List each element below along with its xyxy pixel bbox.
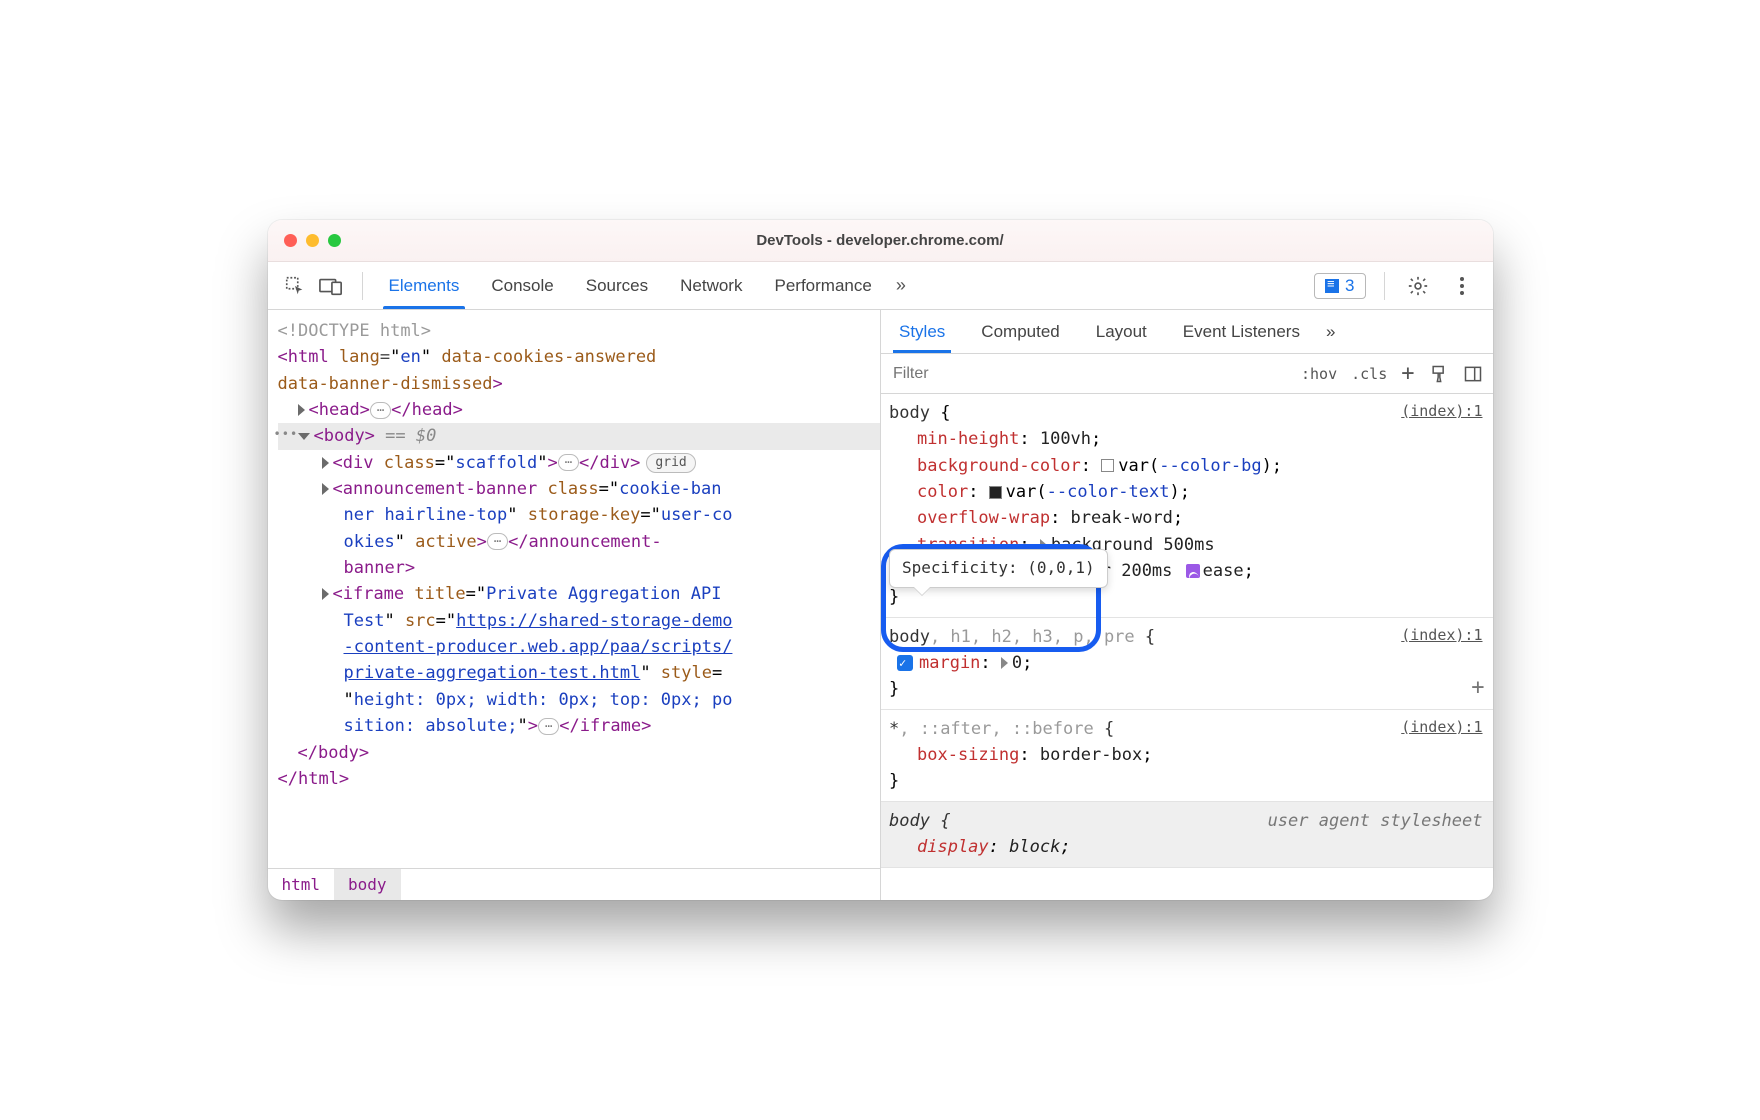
inspect-element-icon[interactable]	[280, 271, 310, 301]
tab-sources[interactable]: Sources	[570, 262, 664, 309]
css-prop[interactable]: overflow-wrap: break-word;	[889, 505, 1483, 531]
tab-console[interactable]: Console	[475, 262, 569, 309]
dom-iframe-l3[interactable]: -content-producer.web.app/paa/scripts/	[278, 634, 881, 660]
dom-banner-l3[interactable]: okies" active>⋯</announcement-	[278, 529, 881, 555]
computed-sidebar-icon[interactable]	[1463, 364, 1483, 384]
dom-tree[interactable]: <!DOCTYPE html> <html lang="en" data-coo…	[268, 310, 881, 868]
crumb-body[interactable]: body	[334, 869, 401, 900]
caret-right-icon[interactable]	[298, 404, 305, 416]
ellipsis-icon[interactable]: ⋯	[558, 454, 579, 471]
issues-icon	[1325, 279, 1339, 293]
ellipsis-icon[interactable]: ⋯	[370, 402, 391, 419]
rule-source-link[interactable]: (index):1	[1401, 624, 1482, 650]
dom-scaffold[interactable]: <div class="scaffold">⋯</div>grid	[278, 450, 881, 476]
add-property-button[interactable]: +	[1471, 671, 1484, 705]
css-prop[interactable]: background-color: var(--color-bg);	[889, 453, 1483, 479]
caret-right-icon[interactable]	[322, 483, 329, 495]
styles-filter-tools: :hov .cls +	[1301, 364, 1493, 384]
rule-selector[interactable]: body, h1, h2, h3, p, pre {	[889, 624, 1155, 650]
styles-tab-styles[interactable]: Styles	[881, 310, 963, 353]
dom-banner-l1[interactable]: <announcement-banner class="cookie-ban	[278, 476, 881, 502]
caret-right-icon[interactable]	[322, 457, 329, 469]
dom-iframe-l1[interactable]: <iframe title="Private Aggregation API	[278, 581, 881, 607]
issues-badge[interactable]: 3	[1314, 273, 1365, 299]
main-tabs: Elements Console Sources Network Perform…	[373, 262, 914, 309]
caret-down-icon[interactable]	[298, 433, 310, 440]
prop-enabled-checkbox[interactable]	[897, 655, 913, 671]
style-rule[interactable]: body, h1, h2, h3, p, pre { (index):1 mar…	[881, 618, 1493, 710]
tab-elements[interactable]: Elements	[373, 262, 476, 309]
styles-tabs: Styles Computed Layout Event Listeners »	[881, 310, 1493, 354]
style-rule-ua[interactable]: body { user agent stylesheet display: bl…	[881, 802, 1493, 868]
css-prop[interactable]: box-sizing: border-box;	[889, 742, 1483, 768]
toolbar-right: 3	[1314, 271, 1482, 301]
tab-network[interactable]: Network	[664, 262, 758, 309]
dom-body-close[interactable]: </body>	[278, 740, 881, 766]
titlebar: DevTools - developer.chrome.com/	[268, 220, 1493, 262]
grid-pill[interactable]: grid	[646, 453, 695, 473]
rule-source-link[interactable]: (index):1	[1401, 400, 1482, 426]
main-area: <!DOCTYPE html> <html lang="en" data-coo…	[268, 310, 1493, 900]
dom-body-selected[interactable]: <body> == $0	[278, 423, 881, 449]
rule-selector: body {	[889, 808, 950, 834]
main-toolbar: Elements Console Sources Network Perform…	[268, 262, 1493, 310]
device-toolbar-icon[interactable]	[316, 271, 346, 301]
styles-more-tabs[interactable]: »	[1318, 310, 1343, 353]
elements-panel: <!DOCTYPE html> <html lang="en" data-coo…	[268, 310, 881, 900]
styles-tab-event-listeners[interactable]: Event Listeners	[1165, 310, 1318, 353]
expand-shorthand-icon[interactable]	[1001, 657, 1008, 669]
ellipsis-icon[interactable]: ⋯	[538, 718, 559, 735]
dom-html-open[interactable]: <html lang="en" data-cookies-answered	[278, 344, 881, 370]
rule-selector[interactable]: *, ::after, ::before {	[889, 716, 1114, 742]
dom-html-open-2[interactable]: data-banner-dismissed>	[278, 371, 881, 397]
window-title: DevTools - developer.chrome.com/	[268, 232, 1493, 249]
specificity-tooltip: Specificity: (0,0,1)	[889, 549, 1108, 588]
css-prop[interactable]: color: var(--color-text);	[889, 479, 1483, 505]
caret-right-icon[interactable]	[322, 588, 329, 600]
rule-source-ua: user agent stylesheet	[1268, 808, 1483, 834]
toolbar-divider	[362, 272, 363, 300]
color-swatch-icon[interactable]	[989, 486, 1002, 499]
dom-iframe-l4[interactable]: private-aggregation-test.html" style=	[278, 660, 881, 686]
dom-iframe-l2[interactable]: Test" src="https://shared-storage-demo	[278, 608, 881, 634]
toolbar-divider-2	[1384, 272, 1385, 300]
styles-filter-input[interactable]	[881, 365, 1301, 383]
rule-source-link[interactable]: (index):1	[1401, 716, 1482, 742]
dom-doctype[interactable]: <!DOCTYPE html>	[278, 318, 881, 344]
bezier-editor-icon[interactable]	[1186, 564, 1200, 578]
more-tabs-button[interactable]: »	[888, 262, 914, 309]
dom-banner-l4[interactable]: banner>	[278, 555, 881, 581]
hov-toggle[interactable]: :hov	[1301, 365, 1337, 383]
dom-iframe-l6[interactable]: sition: absolute;">⋯</iframe>	[278, 713, 881, 739]
styles-filter-row: :hov .cls +	[881, 354, 1493, 394]
new-style-rule-button[interactable]: +	[1401, 367, 1414, 381]
styles-tab-computed[interactable]: Computed	[963, 310, 1077, 353]
ellipsis-icon[interactable]: ⋯	[487, 533, 508, 550]
style-rule[interactable]: *, ::after, ::before { (index):1 box-siz…	[881, 710, 1493, 802]
css-prop: display: block;	[889, 834, 1483, 860]
tab-performance[interactable]: Performance	[758, 262, 887, 309]
css-prop[interactable]: margin: 0;	[889, 650, 1483, 676]
css-prop[interactable]: min-height: 100vh;	[889, 426, 1483, 452]
color-swatch-icon[interactable]	[1101, 459, 1114, 472]
dom-iframe-l5[interactable]: "height: 0px; width: 0px; top: 0px; po	[278, 687, 881, 713]
rule-selector[interactable]: body	[889, 403, 930, 423]
styles-rules: Specificity: (0,0,1) body { (index):1 mi…	[881, 394, 1493, 900]
dom-html-close[interactable]: </html>	[278, 766, 881, 792]
cls-toggle[interactable]: .cls	[1351, 365, 1387, 383]
devtools-window: DevTools - developer.chrome.com/ Element…	[268, 220, 1493, 900]
more-options-kebab-icon[interactable]	[1447, 271, 1477, 301]
settings-gear-icon[interactable]	[1403, 271, 1433, 301]
dom-breadcrumb: html body	[268, 868, 881, 900]
dom-banner-l2[interactable]: ner hairline-top" storage-key="user-co	[278, 502, 881, 528]
styles-tab-layout[interactable]: Layout	[1078, 310, 1165, 353]
paint-flash-icon[interactable]	[1429, 364, 1449, 384]
issues-count: 3	[1345, 276, 1354, 296]
crumb-html[interactable]: html	[268, 869, 335, 900]
styles-panel: Styles Computed Layout Event Listeners »…	[880, 310, 1493, 900]
dom-head[interactable]: <head>⋯</head>	[278, 397, 881, 423]
